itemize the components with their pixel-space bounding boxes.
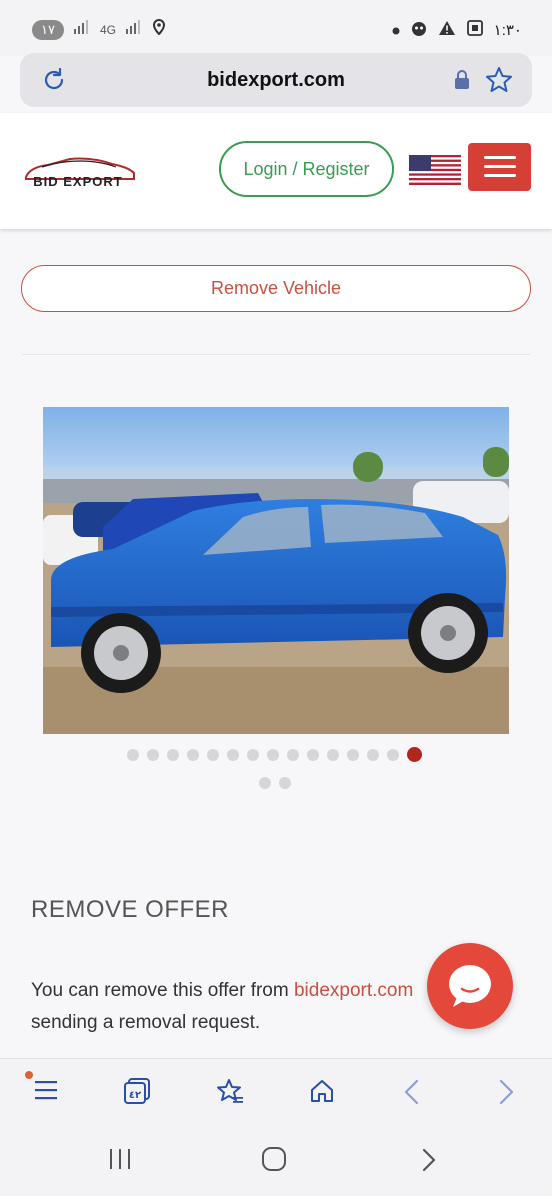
warning-icon xyxy=(438,20,456,40)
home-button-icon[interactable] xyxy=(261,1146,287,1177)
signal-2-icon xyxy=(126,20,142,39)
address-bar[interactable]: bidexport.com xyxy=(20,53,532,107)
home-icon[interactable] xyxy=(308,1077,336,1110)
network-type-label: 4G xyxy=(100,22,117,37)
remove-offer-heading: REMOVE OFFER xyxy=(31,896,230,923)
carousel-dot[interactable] xyxy=(227,748,239,761)
tabs-count: ٤٢ xyxy=(129,1090,141,1101)
app-notification-icon xyxy=(410,19,428,41)
tabs-icon[interactable]: ٤٢ xyxy=(123,1077,153,1110)
carousel-dot[interactable] xyxy=(247,748,259,761)
notification-count-badge: ١٧ xyxy=(32,19,64,40)
carousel-dot[interactable] xyxy=(387,748,399,761)
carousel-dot[interactable] xyxy=(259,777,271,789)
carousel-dot[interactable] xyxy=(367,748,379,761)
browser-toolbar: ٤٢ xyxy=(0,1058,552,1126)
carousel-dot[interactable] xyxy=(287,748,299,761)
signal-icon xyxy=(74,20,90,39)
status-bar: ١٧ 4G ١:٣٠ xyxy=(0,0,552,56)
carousel-dot[interactable] xyxy=(187,748,199,761)
carousel-dot[interactable] xyxy=(347,748,359,761)
remove-offer-text: You can remove this offer from bidexport… xyxy=(31,975,431,1039)
carousel-dot-active[interactable] xyxy=(407,747,422,762)
clock-time: ١:٣٠ xyxy=(493,22,522,39)
vehicle-photo[interactable] xyxy=(43,407,509,734)
carousel-dot[interactable] xyxy=(147,748,159,761)
carousel-dot[interactable] xyxy=(127,748,139,761)
carousel-dot[interactable] xyxy=(267,748,279,761)
bidexport-logo[interactable]: BID EXPORT xyxy=(20,155,138,191)
chat-button[interactable] xyxy=(427,943,513,1029)
notification-dot-icon xyxy=(25,1071,33,1079)
us-flag-icon[interactable] xyxy=(409,155,461,185)
carousel-dots xyxy=(127,747,422,762)
section-divider xyxy=(22,354,530,355)
carousel-dot[interactable] xyxy=(327,748,339,761)
back-icon[interactable] xyxy=(400,1077,424,1112)
back-nav-icon[interactable] xyxy=(418,1146,440,1179)
hamburger-menu-button[interactable] xyxy=(468,143,531,191)
offer-text-after: sending a removal request. xyxy=(31,1012,261,1033)
system-nav-bar xyxy=(0,1126,552,1196)
menu-line-icon xyxy=(484,165,516,168)
dot-indicator-icon xyxy=(392,22,400,39)
screenshot-icon xyxy=(466,19,484,41)
logo-text: BID EXPORT xyxy=(33,174,122,189)
chat-bubble-icon xyxy=(449,965,491,1007)
recent-apps-icon[interactable] xyxy=(106,1146,134,1177)
carousel-dot[interactable] xyxy=(307,748,319,761)
site-header: BID EXPORT Login / Register xyxy=(0,113,552,229)
menu-line-icon xyxy=(484,174,516,177)
lock-icon[interactable] xyxy=(454,70,470,95)
carousel-dot[interactable] xyxy=(279,777,291,789)
carousel-dot[interactable] xyxy=(207,748,219,761)
bookmarks-icon[interactable] xyxy=(215,1077,245,1112)
bookmark-star-icon[interactable] xyxy=(484,65,514,100)
menu-line-icon xyxy=(484,156,516,159)
offer-text-before: You can remove this offer from xyxy=(31,980,294,1001)
location-icon xyxy=(152,18,166,40)
browser-menu-icon[interactable] xyxy=(33,1077,59,1108)
forward-icon[interactable] xyxy=(494,1077,518,1112)
carousel-dot[interactable] xyxy=(167,748,179,761)
offer-site-link[interactable]: bidexport.com xyxy=(294,980,413,1001)
carousel-dots-row-2 xyxy=(259,777,291,789)
login-register-button[interactable]: Login / Register xyxy=(219,141,394,197)
remove-vehicle-button[interactable]: Remove Vehicle xyxy=(21,265,531,312)
